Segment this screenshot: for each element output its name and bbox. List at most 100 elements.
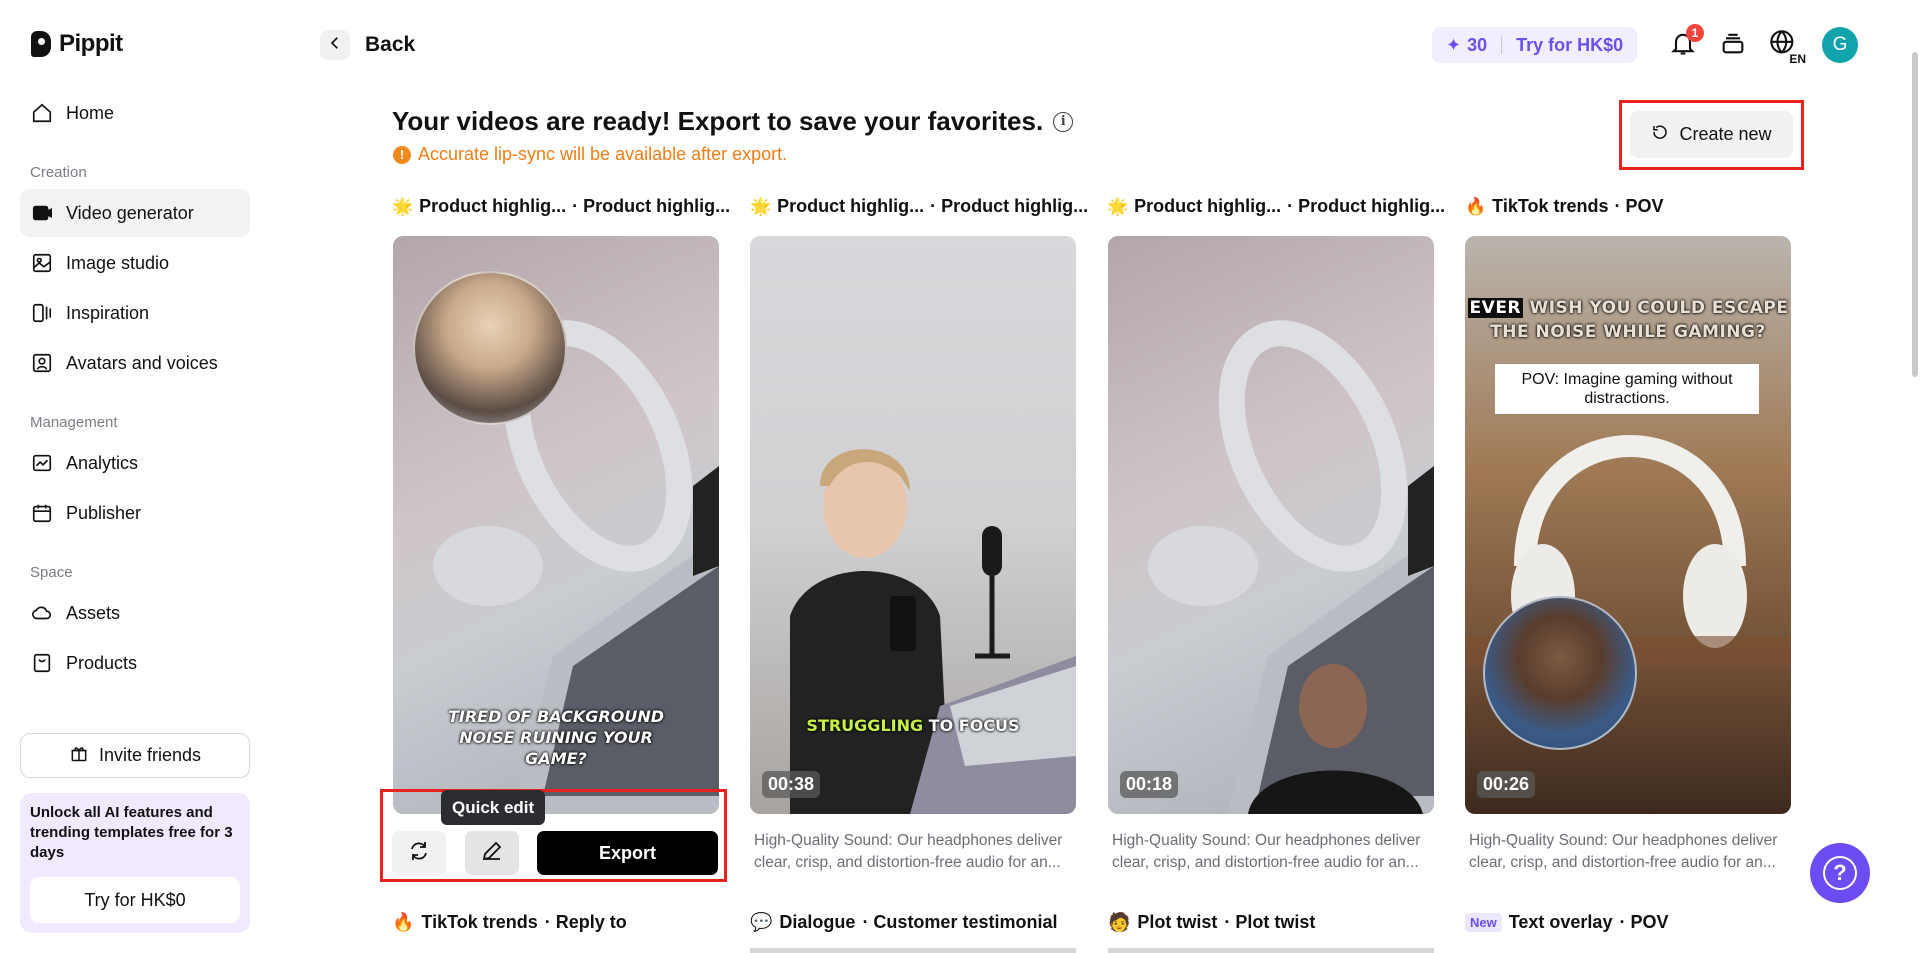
card-title: 🌟 Product highlig... · Product highlig..…: [750, 196, 1088, 217]
card-title: 💬 Dialogue · Customer testimonial: [750, 912, 1057, 933]
bag-icon: [30, 651, 54, 675]
sidebar-item-label: Products: [66, 652, 138, 673]
caption-highlight: EVER: [1467, 298, 1524, 318]
credits-pill[interactable]: ✦ 30 Try for HK$0: [1432, 27, 1637, 63]
pippit-logo[interactable]: Pippit: [31, 30, 123, 58]
chevron-left-icon: [326, 34, 344, 57]
sidebar-item-label: Image studio: [66, 252, 170, 273]
sidebar-item-label: Inspiration: [66, 302, 150, 323]
card-tag: Product highlig...: [777, 196, 925, 216]
user-avatar[interactable]: G: [1822, 27, 1858, 63]
video-caption: TIRED OF BACKGROUND NOISE RUINING YOUR G…: [447, 707, 664, 768]
sidebar-item-assets[interactable]: Assets: [20, 589, 250, 637]
quick-edit-button[interactable]: [465, 831, 519, 875]
card-subtitle: · Reply to: [544, 912, 627, 932]
info-icon[interactable]: i: [1053, 111, 1074, 132]
sidebar-item-label: Assets: [66, 602, 121, 623]
video-caption-top: EVER WISH YOU COULD ESCAPE THE NOISE WHI…: [1465, 296, 1791, 344]
sidebar-item-label: Publisher: [66, 502, 142, 523]
back-button[interactable]: [320, 30, 350, 60]
speech-bubble-icon: 💬: [750, 912, 773, 932]
duration-badge: 00:38: [762, 771, 821, 798]
video-thumbnail[interactable]: 00:18: [1108, 236, 1434, 814]
subscription-button[interactable]: [1716, 28, 1750, 62]
promo-card: Unlock all AI features and trending temp…: [20, 793, 250, 933]
gift-icon: [69, 743, 89, 768]
card-subtitle: · Product highlig...: [572, 196, 731, 216]
section-management: Management: [30, 414, 118, 431]
credits-count: 30: [1467, 34, 1488, 55]
back-label[interactable]: Back: [365, 33, 415, 57]
sidebar-item-video-generator[interactable]: Video generator: [20, 189, 250, 237]
card-subtitle: · Customer testimonial: [862, 912, 1058, 932]
sidebar-item-avatars-and-voices[interactable]: Avatars and voices: [20, 339, 250, 387]
refresh-icon: [1651, 123, 1669, 146]
pencil-icon: [480, 839, 504, 868]
page-title-text: Your videos are ready! Export to save yo…: [392, 106, 1044, 136]
video-thumbnail[interactable]: [1108, 948, 1434, 953]
sidebar-item-home[interactable]: Home: [20, 89, 250, 137]
sidebar: Pippit Home Creation Video generator Ima…: [0, 0, 270, 953]
notification-badge: 1: [1686, 24, 1704, 42]
video-description: High-Quality Sound: Our headphones deliv…: [1469, 832, 1778, 871]
presenter-avatar: [1483, 596, 1637, 750]
caption-text: TO FOCUS: [923, 716, 1020, 735]
inspiration-icon: [30, 301, 54, 325]
pippit-logo-icon: [31, 31, 51, 57]
sidebar-item-image-studio[interactable]: Image studio: [20, 239, 250, 287]
help-button[interactable]: ?: [1810, 843, 1870, 903]
fire-icon: 🔥: [1465, 196, 1487, 216]
thumbnail-artwork: [1148, 320, 1434, 814]
video-thumbnail[interactable]: STRUGGLING TO FOCUS 00:38: [750, 236, 1076, 814]
video-thumbnail[interactable]: [750, 948, 1076, 953]
section-creation: Creation: [30, 164, 87, 181]
card-subtitle: · Product highlig...: [930, 196, 1089, 216]
card-subtitle: · Product highlig...: [1287, 196, 1446, 216]
card-subtitle: · POV: [1619, 912, 1669, 932]
video-description: High-Quality Sound: Our headphones deliv…: [1112, 832, 1421, 871]
card-tag: Plot twist: [1137, 912, 1218, 932]
card-tag: Product highlig...: [419, 196, 567, 216]
card-title: New Text overlay · POV: [1465, 912, 1668, 933]
warning-icon: !: [393, 145, 411, 164]
stack-icon: [1719, 29, 1747, 62]
card-tag: Dialogue: [779, 912, 856, 932]
presenter-avatar: [413, 271, 567, 425]
card-tag: TikTok trends: [421, 912, 538, 932]
notification-button[interactable]: 1: [1666, 24, 1704, 62]
card-subtitle: · POV: [1614, 196, 1664, 216]
calendar-icon: [30, 501, 54, 525]
card-title: 🔥 TikTok trends · POV: [1465, 196, 1664, 217]
invite-friends-button[interactable]: Invite friends: [20, 733, 250, 778]
sidebar-item-products[interactable]: Products: [20, 639, 250, 687]
fire-icon: 🔥: [392, 912, 415, 932]
export-button[interactable]: Export: [537, 831, 718, 875]
analytics-icon: [30, 451, 54, 475]
regenerate-button[interactable]: [392, 831, 446, 875]
card-tag: Product highlig...: [1134, 196, 1282, 216]
promo-try-button[interactable]: Try for HK$0: [30, 877, 240, 923]
section-space: Space: [30, 564, 73, 581]
language-button[interactable]: EN: [1766, 28, 1806, 66]
person-icon: 🧑: [1108, 912, 1131, 932]
card-title: 🔥 TikTok trends · Reply to: [392, 912, 627, 933]
try-free-label: Try for HK$0: [1516, 34, 1624, 55]
video-description: High-Quality Sound: Our headphones deliv…: [754, 832, 1063, 871]
pov-caption: POV: Imagine gaming without distractions…: [1495, 364, 1759, 414]
create-new-button[interactable]: Create new: [1630, 111, 1793, 158]
sidebar-item-analytics[interactable]: Analytics: [20, 439, 250, 487]
video-thumbnail[interactable]: TIRED OF BACKGROUND NOISE RUINING YOUR G…: [393, 236, 719, 814]
home-icon: [30, 101, 54, 125]
video-thumbnail[interactable]: EVER WISH YOU COULD ESCAPE THE NOISE WHI…: [1465, 236, 1791, 814]
sidebar-item-label: Analytics: [66, 452, 139, 473]
image-studio-icon: [30, 251, 54, 275]
caption-line-1: WISH YOU COULD ESCAPE: [1523, 298, 1789, 318]
scrollbar[interactable]: [1912, 52, 1918, 377]
sidebar-item-label: Home: [66, 102, 115, 123]
sidebar-item-publisher[interactable]: Publisher: [20, 489, 250, 537]
question-icon: ?: [1823, 856, 1857, 890]
sidebar-item-label: Video generator: [66, 202, 194, 223]
card-tag: Text overlay: [1508, 912, 1613, 932]
quick-edit-tooltip: Quick edit: [441, 790, 546, 825]
sidebar-item-inspiration[interactable]: Inspiration: [20, 289, 250, 337]
